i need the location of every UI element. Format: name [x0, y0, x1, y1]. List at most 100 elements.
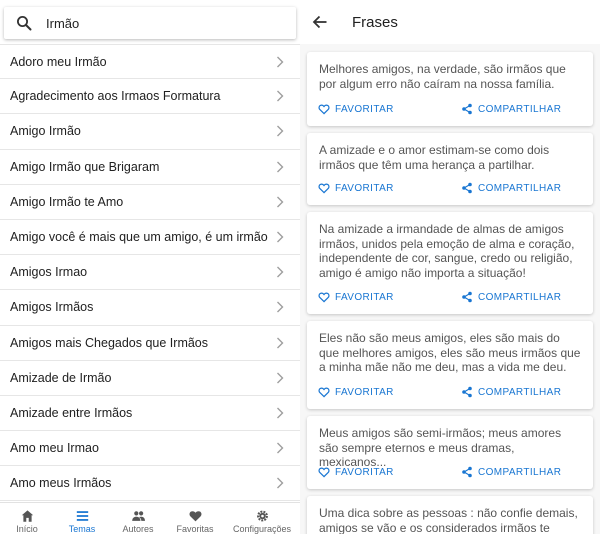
nav-temas[interactable]: Temas [54, 503, 110, 534]
topic-item[interactable]: Amigo Irmão que Brigaram [0, 150, 300, 185]
share-label: COMPARTILHAR [478, 466, 562, 478]
chevron-right-icon [276, 407, 284, 419]
topic-label: Amigos Irmãos [10, 300, 94, 315]
topic-label: Agradecimento aos Irmaos Formatura [10, 89, 221, 104]
share-button[interactable]: COMPARTILHAR [461, 466, 561, 478]
nav-label: Autores [122, 524, 154, 534]
search-bar[interactable] [4, 7, 296, 39]
topic-item[interactable]: Amigo Irmão [0, 114, 300, 150]
chevron-right-icon [276, 477, 284, 489]
share-label: COMPARTILHAR [478, 182, 562, 194]
topic-label: Amigos mais Chegados que Irmãos [10, 335, 209, 350]
share-icon [462, 291, 472, 303]
chevron-right-icon [276, 90, 284, 102]
topic-item[interactable]: Adoro meu Irmão [0, 44, 300, 80]
phrase-text: Na amizade a irmandade de almas de amigo… [319, 222, 575, 280]
search-icon [16, 15, 32, 31]
share-icon [462, 466, 472, 478]
topics-pane: Adoro meu Irmão Agradecimento aos Irmaos… [0, 0, 300, 534]
topic-item[interactable]: Amigos Irmao [0, 255, 300, 291]
chevron-right-icon [276, 337, 284, 349]
topic-label: Amizade de Irmão [10, 370, 112, 385]
share-button[interactable]: COMPARTILHAR [461, 291, 561, 303]
topic-item[interactable]: Amigo Irmão te Amo [0, 185, 300, 220]
phrase-text: Meus amigos são semi-irmãos; meus amores… [319, 426, 562, 469]
favorite-label: FAVORITAR [335, 466, 394, 478]
chevron-right-icon [276, 372, 284, 384]
app-bar: Frases [300, 0, 600, 44]
heart-outline-icon [318, 183, 330, 194]
chevron-right-icon [276, 161, 284, 173]
heart-outline-icon [318, 292, 330, 303]
phrase-card: Melhores amigos, na verdade, são irmãos … [307, 52, 593, 126]
topic-label: Amo meus Irmãos [10, 476, 112, 491]
favorite-label: FAVORITAR [335, 103, 394, 115]
topic-label: Adoro meu Irmão [10, 54, 107, 69]
chevron-right-icon [276, 196, 284, 208]
share-icon [462, 386, 472, 398]
search-input[interactable] [46, 15, 276, 31]
phrase-text: Eles não são meus amigos, eles são mais … [319, 331, 581, 374]
phrase-card: Uma dica sobre as pessoas : não confie d… [307, 496, 593, 534]
topic-item[interactable]: Amigos mais Chegados que Irmãos [0, 326, 300, 361]
phrase-text: Melhores amigos, na verdade, são irmãos … [319, 62, 566, 91]
heart-outline-icon [318, 387, 330, 398]
nav-label: Favoritas [176, 524, 214, 534]
favorite-button[interactable]: FAVORITAR [318, 182, 394, 194]
topic-label: Amo meu Irmao [10, 441, 99, 456]
nav-autores[interactable]: Autores [110, 503, 166, 534]
share-label: COMPARTILHAR [478, 103, 562, 115]
nav-label: Temas [68, 524, 96, 534]
topic-label: Amigo Irmão que Brigaram [10, 159, 160, 174]
topic-item[interactable]: Amo meu Irmao [0, 431, 300, 467]
nav-label: Início [16, 524, 38, 534]
phrase-card: A amizade e o amor estimam-se como dois … [307, 133, 593, 205]
topic-label: Amigo Irmão te Amo [10, 194, 124, 209]
phrase-card: Meus amigos são semi-irmãos; meus amores… [307, 416, 593, 489]
bottom-nav: Início Temas Autores Favoritas Configura… [0, 502, 300, 534]
list-icon [76, 511, 88, 521]
chevron-right-icon [276, 231, 284, 243]
nav-inicio[interactable]: Início [0, 503, 54, 534]
phrase-text: A amizade e o amor estimam-se como dois … [319, 143, 550, 172]
share-button[interactable]: COMPARTILHAR [461, 386, 561, 398]
nav-label: Configurações [232, 524, 292, 534]
topic-item[interactable]: Amigos Irmãos [0, 290, 300, 326]
share-button[interactable]: COMPARTILHAR [461, 103, 561, 115]
phrase-card: Na amizade a irmandade de almas de amigo… [307, 212, 593, 314]
chevron-right-icon [276, 125, 284, 137]
favorite-button[interactable]: FAVORITAR [318, 103, 394, 115]
chevron-right-icon [276, 56, 284, 68]
favorite-label: FAVORITAR [335, 291, 394, 303]
chevron-right-icon [276, 266, 284, 278]
topic-item[interactable]: Amizade de Irmão [0, 361, 300, 396]
people-icon [131, 511, 145, 521]
chevron-right-icon [276, 301, 284, 313]
share-label: COMPARTILHAR [478, 386, 562, 398]
nav-configuracoes[interactable]: Configurações [224, 503, 300, 534]
favorite-button[interactable]: FAVORITAR [318, 466, 394, 478]
topic-item[interactable]: Amo meus Irmãos [0, 466, 300, 502]
share-button[interactable]: COMPARTILHAR [461, 182, 561, 194]
topic-item[interactable]: Amigo você é mais que um amigo, é um irm… [0, 220, 300, 256]
home-icon [21, 510, 33, 522]
back-arrow-icon[interactable] [312, 14, 328, 30]
heart-outline-icon [318, 104, 330, 115]
topic-item[interactable]: Agradecimento aos Irmaos Formatura [0, 79, 300, 115]
nav-favoritas[interactable]: Favoritas [166, 503, 224, 534]
favorite-label: FAVORITAR [335, 386, 394, 398]
favorite-button[interactable]: FAVORITAR [318, 291, 394, 303]
topic-label: Amigos Irmao [10, 265, 88, 280]
topic-label: Amigo Irmão [10, 124, 81, 139]
phrase-text: Uma dica sobre as pessoas : não confie d… [319, 506, 578, 534]
phrases-pane: Frases Melhores amigos, na verdade, são … [300, 0, 600, 534]
gear-icon [256, 510, 268, 522]
chevron-right-icon [276, 442, 284, 454]
phrase-card: Eles não são meus amigos, eles são mais … [307, 321, 593, 409]
page-title: Frases [352, 13, 398, 31]
favorite-label: FAVORITAR [335, 182, 394, 194]
topic-item[interactable]: Amizade entre Irmãos [0, 396, 300, 432]
heart-outline-icon [318, 467, 330, 478]
heart-icon [189, 511, 201, 522]
favorite-button[interactable]: FAVORITAR [318, 386, 394, 398]
